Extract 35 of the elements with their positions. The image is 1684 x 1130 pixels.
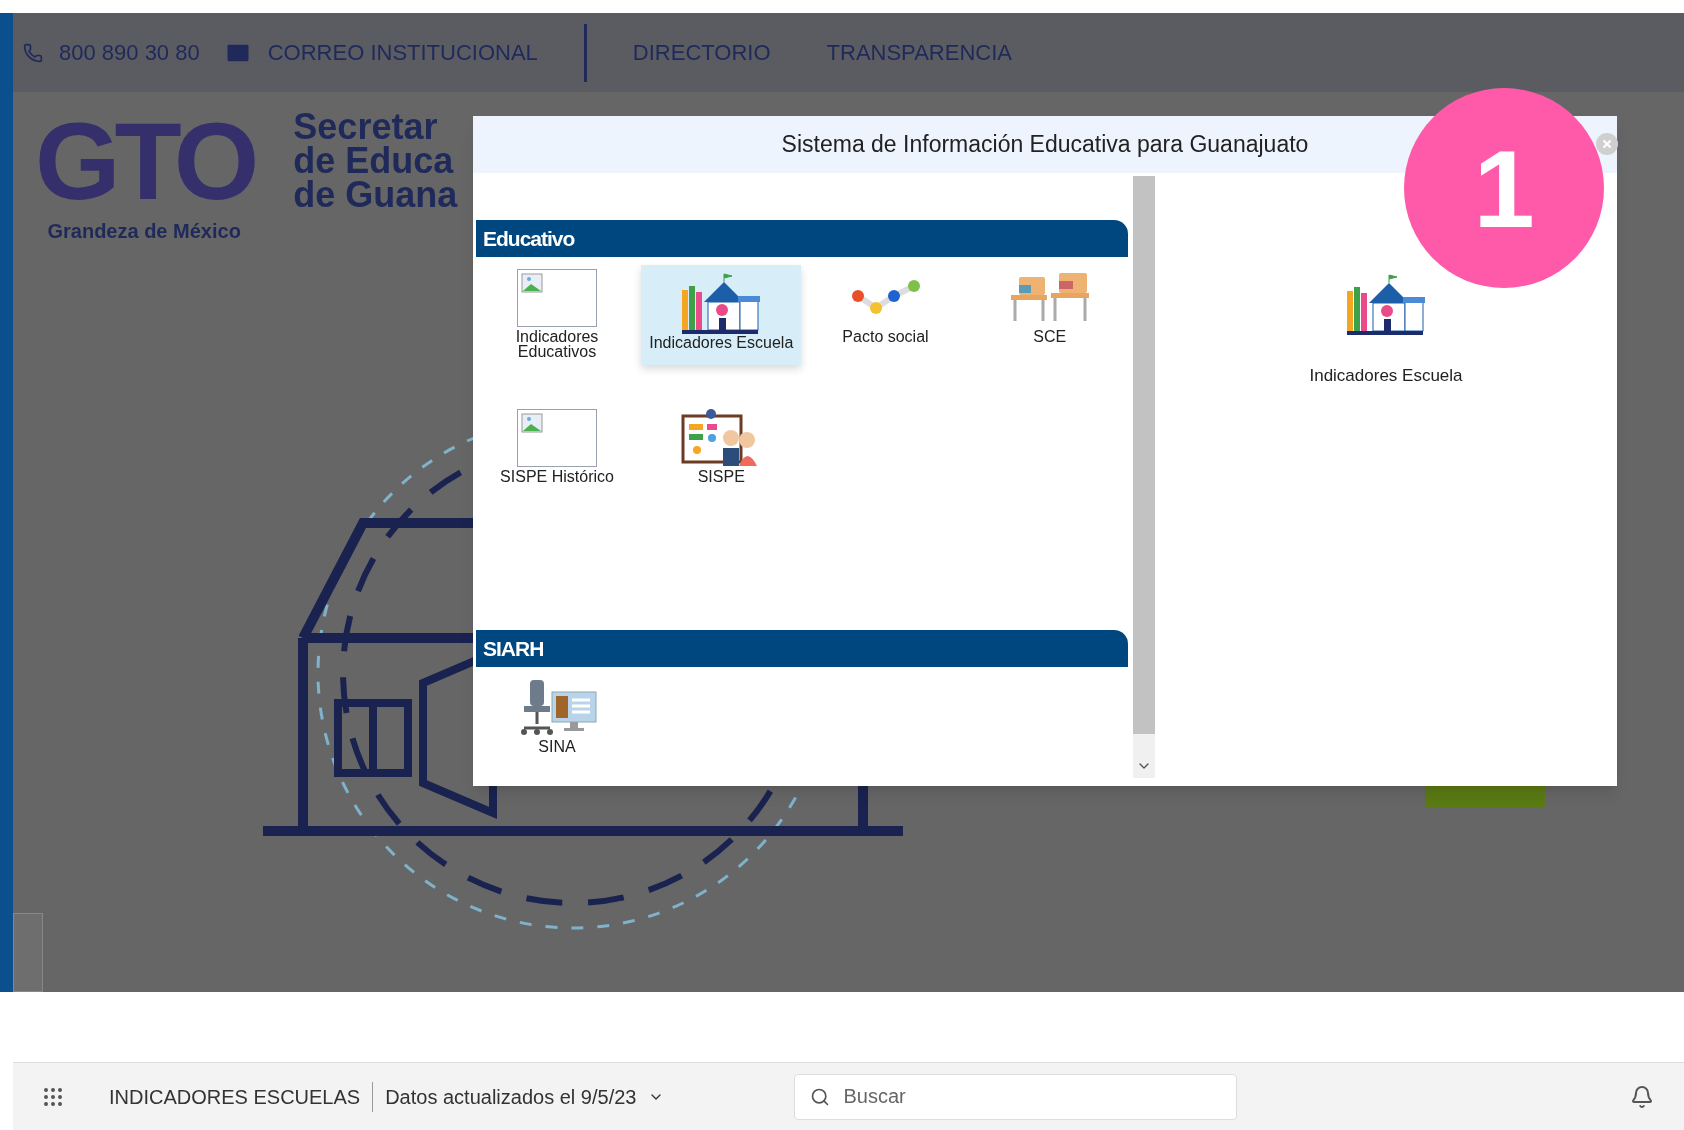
- app-tile[interactable]: SISPE: [641, 405, 802, 505]
- phone-icon: [23, 42, 43, 63]
- app-tile[interactable]: SISPE Histórico: [477, 405, 637, 505]
- search-field[interactable]: Buscar: [794, 1073, 1238, 1120]
- app-label: SINA: [537, 739, 577, 754]
- app-label: SISPE: [696, 469, 746, 484]
- logo-title-line: de Guana: [293, 178, 458, 212]
- school-building-icon: [1345, 273, 1427, 337]
- app-label: Indicadores Escuela: [648, 335, 795, 350]
- school-building-icon: [680, 272, 763, 336]
- search-icon: [810, 1086, 831, 1107]
- app-label: SCE: [1032, 329, 1068, 344]
- modal-title: Sistema de Información Educativa para Guanajuato: [781, 130, 1309, 160]
- notifications-icon[interactable]: [1630, 1084, 1654, 1109]
- section-title: SIARH: [483, 635, 544, 662]
- logo-title-line: de Educa: [293, 144, 455, 178]
- section-title: Educativo: [483, 225, 575, 252]
- preview-label: Indicadores Escuela: [1309, 365, 1463, 387]
- close-icon: [1601, 138, 1613, 150]
- logo-tagline: Grandeza de México: [47, 219, 241, 244]
- app-label: SISPE Histórico: [499, 469, 615, 484]
- app-tile[interactable]: Indicadores Escuela: [641, 265, 802, 365]
- broken-image-icon: [517, 269, 597, 327]
- broken-image-icon: [517, 409, 597, 467]
- app-tile[interactable]: SINA: [477, 675, 637, 775]
- update-date-dropdown[interactable]: Datos actualizados el 9/5/23: [385, 1081, 665, 1112]
- scrollbar[interactable]: [1133, 176, 1155, 778]
- app-label: Indicadores Educativos: [514, 329, 600, 359]
- app-tile[interactable]: SCE: [969, 265, 1130, 365]
- app-title: INDICADORES ESCUELAS: [109, 1084, 361, 1110]
- app-tile[interactable]: Indicadores Educativos: [477, 265, 637, 365]
- app-tile[interactable]: Pacto social: [805, 265, 966, 365]
- phone-number: 800 890 30 80: [59, 39, 200, 67]
- logo-title-line: Secretar: [293, 110, 438, 144]
- app-label: Pacto social: [841, 329, 930, 344]
